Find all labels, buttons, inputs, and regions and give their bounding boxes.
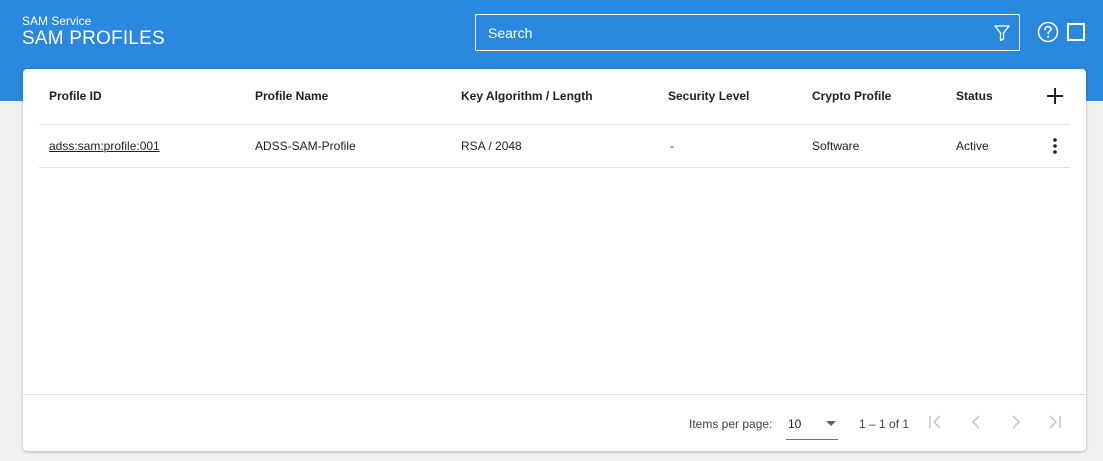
- items-per-page-select[interactable]: 10: [786, 409, 838, 440]
- row-divider: [39, 167, 1070, 168]
- page-title: SAM PROFILES: [22, 28, 165, 49]
- help-icon[interactable]: [1037, 21, 1059, 43]
- items-per-page-value: 10: [788, 417, 802, 431]
- security-level-cell: -: [670, 139, 674, 153]
- items-per-page-label: Items per page:: [689, 417, 773, 431]
- square-icon[interactable]: [1067, 23, 1085, 41]
- profile-name-cell: ADSS-SAM-Profile: [255, 139, 356, 153]
- column-header-security-level: Security Level: [668, 89, 750, 103]
- column-header-crypto-profile: Crypto Profile: [812, 89, 892, 103]
- search-input[interactable]: [476, 15, 988, 50]
- column-header-status: Status: [956, 89, 993, 103]
- chevron-down-icon: [826, 421, 836, 426]
- key-algorithm-cell: RSA / 2048: [461, 139, 522, 153]
- more-vert-icon[interactable]: [1045, 136, 1065, 156]
- search-box: [475, 14, 1020, 51]
- status-cell: Active: [956, 139, 989, 153]
- profiles-table-card: Profile ID Profile Name Key Algorithm / …: [23, 69, 1086, 451]
- next-page-icon[interactable]: [1006, 412, 1026, 432]
- column-header-key-algorithm: Key Algorithm / Length: [461, 89, 593, 103]
- add-icon[interactable]: [1045, 86, 1065, 106]
- filter-icon[interactable]: [993, 24, 1011, 42]
- crypto-profile-cell: Software: [812, 139, 860, 153]
- first-page-icon[interactable]: [926, 412, 946, 432]
- header-divider: [39, 124, 1070, 125]
- profile-id-link[interactable]: adss:sam:profile:001: [49, 139, 160, 153]
- column-header-profile-id: Profile ID: [49, 89, 102, 103]
- page-subtitle: SAM Service: [22, 14, 92, 28]
- page-range-label: 1 – 1 of 1: [859, 417, 910, 431]
- last-page-icon[interactable]: [1044, 412, 1064, 432]
- column-header-profile-name: Profile Name: [255, 89, 329, 103]
- paginator-divider: [23, 394, 1086, 395]
- previous-page-icon[interactable]: [966, 412, 986, 432]
